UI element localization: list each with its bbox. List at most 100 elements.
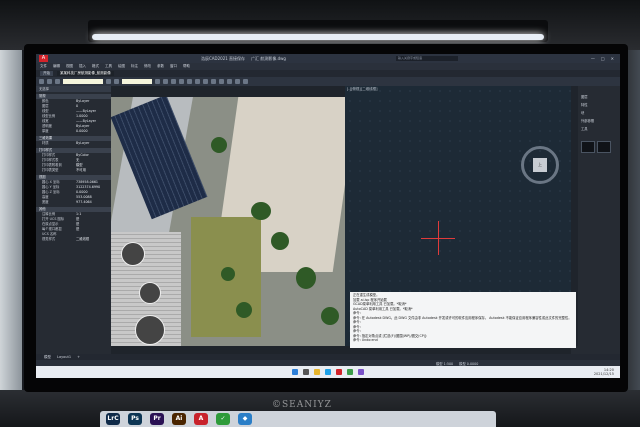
scale-readout[interactable]: 模型 1:500 (436, 361, 453, 366)
property-value[interactable]: 不可用 (76, 168, 111, 173)
document-tab[interactable]: 开始 (40, 71, 53, 76)
start-icon[interactable] (292, 369, 298, 375)
property-value[interactable]: 0.0000 (76, 129, 111, 134)
property-row[interactable]: 视觉样式 二维线框 (36, 237, 111, 242)
help-search-input[interactable]: 输入关键字或短语 (395, 56, 458, 61)
window-controls: — □ ✕ (591, 56, 614, 61)
viewcube[interactable]: 上 (521, 146, 559, 184)
copy-icon[interactable] (227, 79, 232, 84)
command-history-line: 命令: Undo:end (353, 338, 378, 342)
palette-thumbnail[interactable] (581, 141, 595, 153)
new-file-icon[interactable] (39, 79, 44, 84)
tree (221, 267, 235, 281)
dock-app-icon[interactable]: A (194, 413, 208, 425)
property-name: 视觉样式 (42, 237, 56, 241)
app-icon[interactable] (358, 369, 364, 375)
dock-app-icon[interactable]: Ps (128, 413, 142, 425)
tree (271, 232, 289, 250)
property-row[interactable]: 打印表类型 不可用 (36, 168, 111, 173)
polyline-icon[interactable] (179, 79, 184, 84)
clock-date: 2021/12/15 (593, 372, 614, 376)
arc-icon[interactable] (195, 79, 200, 84)
app-logo-icon[interactable]: A (39, 55, 48, 62)
menu-item[interactable]: 绘图 (118, 64, 125, 69)
circle-icon[interactable] (187, 79, 192, 84)
menu-item[interactable]: 编辑 (53, 64, 60, 69)
tank (135, 315, 165, 345)
palette-thumbnail[interactable] (597, 141, 611, 153)
command-window[interactable]: 正在重生成模型。 加载 ai.lsp 程序开始载 GCAD菜单利用工具 已加载。*取… (350, 292, 576, 348)
pan-icon[interactable] (155, 79, 160, 84)
edge-icon[interactable] (325, 369, 331, 375)
hatch-icon[interactable] (211, 79, 216, 84)
document-tabs: 开始 某某科技厂房航测影像_航测影像 (36, 70, 620, 77)
menu-item[interactable]: 帮助 (183, 64, 190, 69)
palette-item[interactable]: 工具 (581, 126, 588, 131)
text-icon[interactable] (203, 79, 208, 84)
palette-item[interactable]: 特性 (581, 102, 588, 107)
palette-item[interactable]: 块 (581, 110, 584, 115)
open-file-icon[interactable] (47, 79, 52, 84)
menu-item[interactable]: 修改 (144, 64, 151, 69)
cad-app-icon[interactable] (336, 369, 342, 375)
app-icon[interactable] (347, 369, 353, 375)
viewcube-top-face[interactable]: 上 (533, 158, 547, 172)
trim-icon[interactable] (243, 79, 248, 84)
command-history-line: 命令: 在 Autodesk DWG。此 DWG 文件由非 Autodesk 开… (353, 315, 572, 320)
maximize-icon[interactable]: □ (601, 56, 605, 61)
palette-item[interactable]: 图层 (581, 94, 588, 99)
left-window-view (0, 50, 22, 390)
layout-tab[interactable]: 模型 (44, 355, 51, 360)
menu-item[interactable]: 工具 (105, 64, 112, 69)
property-row[interactable]: 宽度 977.4064 (36, 200, 111, 205)
laptop-dock: LrC Ps Pr Ai A ✓ ◆ (100, 411, 496, 427)
menu-item[interactable]: 标注 (131, 64, 138, 69)
menu-item[interactable]: 窗口 (170, 64, 177, 69)
dock-app-icon[interactable]: Pr (150, 413, 164, 425)
dock-app-icon[interactable]: LrC (106, 413, 120, 425)
save-icon[interactable] (55, 79, 60, 84)
crosshair-vertical (438, 221, 439, 255)
menu-item[interactable]: 格式 (92, 64, 99, 69)
palette-item[interactable]: 外部参照 (581, 118, 594, 123)
property-value[interactable]: 二维线框 (76, 237, 111, 242)
property-value[interactable]: 977.4064 (76, 200, 111, 205)
folder-icon[interactable] (314, 369, 320, 375)
undo-icon[interactable] (106, 79, 111, 84)
viewport-label[interactable]: [-][俯视][二维线框] (347, 87, 377, 92)
file-name: 广汇 航测影像.dwg (251, 55, 286, 61)
title-bar: A 浩辰CAD2021 直接保存 广汇 航测影像.dwg 输入关键字或短语 — … (36, 54, 620, 63)
menu-item[interactable]: 视图 (66, 64, 73, 69)
dock-app-icon[interactable]: ✓ (216, 413, 230, 425)
close-icon[interactable]: ✕ (611, 56, 614, 61)
menu-item[interactable]: 插入 (79, 64, 86, 69)
search-icon[interactable] (303, 369, 309, 375)
document-tab[interactable]: 某某科技厂房航测影像_航测影像 (57, 71, 114, 76)
line-icon[interactable] (171, 79, 176, 84)
menu-item[interactable]: 文件 (40, 64, 47, 69)
rotate-icon[interactable] (235, 79, 240, 84)
minimize-icon[interactable]: — (591, 56, 595, 61)
toolbar (36, 77, 620, 86)
taskbar-clock[interactable]: 14:20 2021/12/15 (594, 368, 614, 376)
color-dropdown[interactable] (122, 79, 152, 84)
layout-tab[interactable]: Layout1 (57, 355, 71, 359)
dock-app-icon[interactable]: ◆ (238, 413, 252, 425)
window-title: 浩辰CAD2021 直接保存 (201, 55, 246, 61)
property-value[interactable]: ByLayer (76, 141, 111, 146)
aerial-image-viewport[interactable] (111, 97, 345, 346)
layer-dropdown[interactable] (63, 79, 103, 84)
property-name: 厚度 (42, 129, 49, 133)
dock-app-icon[interactable]: Ai (172, 413, 186, 425)
property-row[interactable]: 材质 ByLayer (36, 141, 111, 146)
menu-item[interactable]: 参数 (157, 64, 164, 69)
properties-panel: 无选择 常规 颜色 ByLayer 图层 0 线型 ——ByLayer 线型比例 1.0000 线… (36, 86, 111, 354)
layout-tab[interactable]: + (77, 355, 80, 359)
redo-icon[interactable] (114, 79, 119, 84)
tank (121, 242, 145, 266)
zoom-icon[interactable] (163, 79, 168, 84)
properties-selector[interactable]: 无选择 (36, 86, 111, 92)
property-row[interactable]: 厚度 0.0000 (36, 129, 111, 134)
move-icon[interactable] (219, 79, 224, 84)
tree (236, 302, 252, 318)
